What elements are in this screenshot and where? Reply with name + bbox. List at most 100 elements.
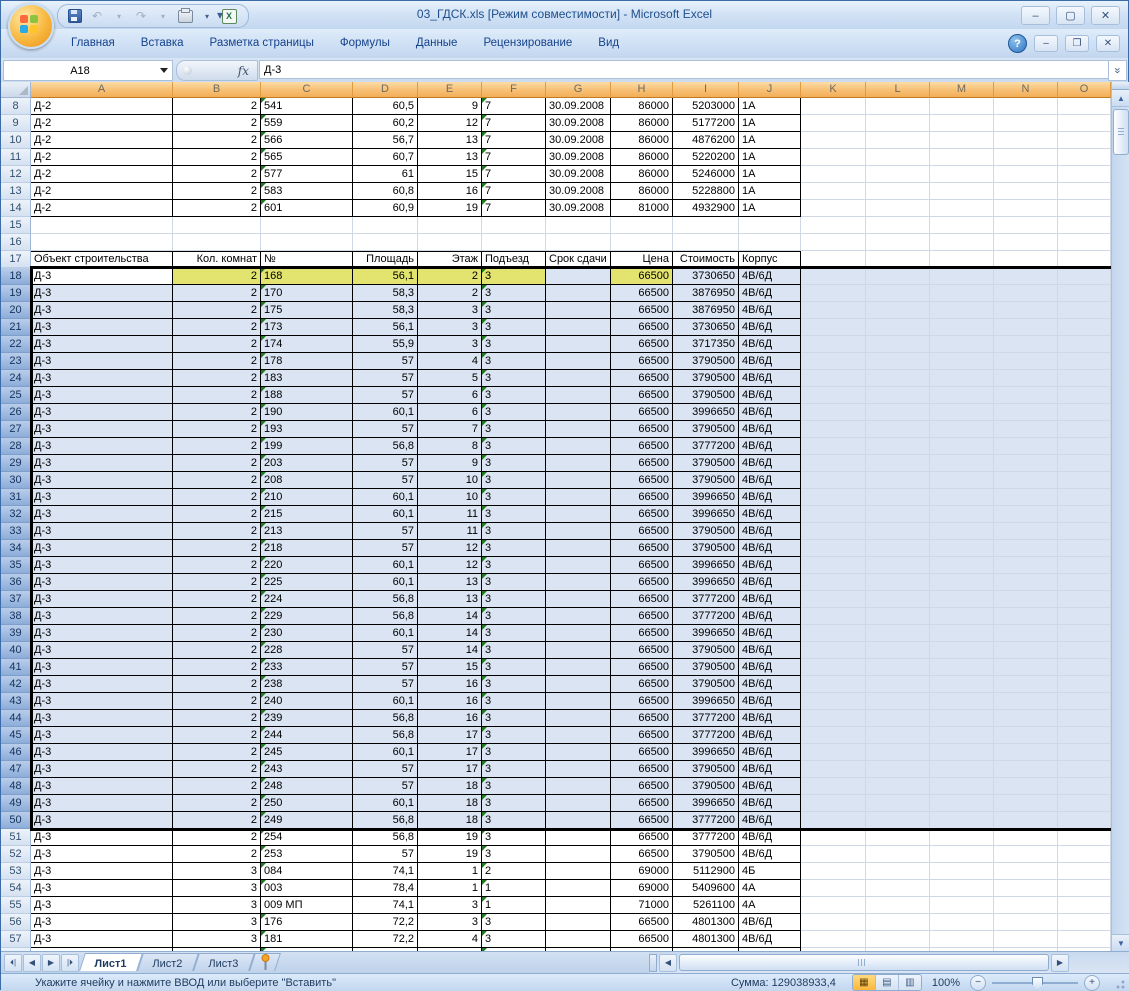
cell-C40[interactable]: 228 <box>261 642 353 659</box>
cell-K54[interactable] <box>801 880 866 897</box>
column-header-H[interactable]: H <box>611 82 673 98</box>
cell-H46[interactable]: 66500 <box>611 744 673 761</box>
cell-G40[interactable] <box>546 642 611 659</box>
scroll-up-button[interactable]: ▲ <box>1112 90 1129 107</box>
cell-E19[interactable]: 2 <box>418 285 482 302</box>
cell-I15[interactable] <box>673 217 739 234</box>
cell-M49[interactable] <box>930 795 994 812</box>
cell-A47[interactable]: Д-3 <box>31 761 173 778</box>
cell-A52[interactable]: Д-3 <box>31 846 173 863</box>
cell-M32[interactable] <box>930 506 994 523</box>
cell-F34[interactable]: 3 <box>482 540 546 557</box>
cell-E14[interactable]: 19 <box>418 200 482 217</box>
cell-L40[interactable] <box>866 642 930 659</box>
cell-K39[interactable] <box>801 625 866 642</box>
cell-N12[interactable] <box>994 166 1058 183</box>
minimize-button[interactable]: – <box>1021 6 1050 25</box>
cell-E53[interactable]: 1 <box>418 863 482 880</box>
cell-D51[interactable]: 56,8 <box>353 829 418 846</box>
cell-A37[interactable]: Д-3 <box>31 591 173 608</box>
cell-K15[interactable] <box>801 217 866 234</box>
maximize-button[interactable]: ▢ <box>1056 6 1085 25</box>
cell-J42[interactable]: 4В/6Д <box>739 676 801 693</box>
cell-G16[interactable] <box>546 234 611 251</box>
cell-C53[interactable]: 084 <box>261 863 353 880</box>
cell-I32[interactable]: 3996650 <box>673 506 739 523</box>
cell-B38[interactable]: 2 <box>173 608 261 625</box>
cell-N24[interactable] <box>994 370 1058 387</box>
cell-A16[interactable] <box>31 234 173 251</box>
cell-J57[interactable]: 4В/6Д <box>739 931 801 948</box>
cell-D35[interactable]: 60,1 <box>353 557 418 574</box>
cell-I29[interactable]: 3790500 <box>673 455 739 472</box>
cell-D22[interactable]: 55,9 <box>353 336 418 353</box>
cell-C27[interactable]: 193 <box>261 421 353 438</box>
cell-D8[interactable]: 60,5 <box>353 98 418 115</box>
cell-L19[interactable] <box>866 285 930 302</box>
cell-E27[interactable]: 7 <box>418 421 482 438</box>
cell-C8[interactable]: 541 <box>261 98 353 115</box>
cell-G52[interactable] <box>546 846 611 863</box>
cell-C50[interactable]: 249 <box>261 812 353 829</box>
cell-D21[interactable]: 56,1 <box>353 319 418 336</box>
cell-I27[interactable]: 3790500 <box>673 421 739 438</box>
cell-F24[interactable]: 3 <box>482 370 546 387</box>
cell-K55[interactable] <box>801 897 866 914</box>
cell-H57[interactable]: 66500 <box>611 931 673 948</box>
cell-I25[interactable]: 3790500 <box>673 387 739 404</box>
cell-A36[interactable]: Д-3 <box>31 574 173 591</box>
cell-J22[interactable]: 4В/6Д <box>739 336 801 353</box>
cell-K26[interactable] <box>801 404 866 421</box>
cell-M53[interactable] <box>930 863 994 880</box>
cell-K43[interactable] <box>801 693 866 710</box>
cell-M43[interactable] <box>930 693 994 710</box>
cell-D40[interactable]: 57 <box>353 642 418 659</box>
cell-D56[interactable]: 72,2 <box>353 914 418 931</box>
cell-K23[interactable] <box>801 353 866 370</box>
cell-I18[interactable]: 3730650 <box>673 268 739 285</box>
cell-J33[interactable]: 4В/6Д <box>739 523 801 540</box>
cell-O46[interactable] <box>1058 744 1111 761</box>
cell-I36[interactable]: 3996650 <box>673 574 739 591</box>
cell-O28[interactable] <box>1058 438 1111 455</box>
cell-F33[interactable]: 3 <box>482 523 546 540</box>
cell-F57[interactable]: 3 <box>482 931 546 948</box>
cell-M9[interactable] <box>930 115 994 132</box>
cell-G44[interactable] <box>546 710 611 727</box>
cell-L57[interactable] <box>866 931 930 948</box>
cell-L35[interactable] <box>866 557 930 574</box>
row-header-52[interactable]: 52 <box>1 846 31 863</box>
cell-D23[interactable]: 57 <box>353 353 418 370</box>
row-header-50[interactable]: 50 <box>1 812 31 829</box>
cell-E13[interactable]: 16 <box>418 183 482 200</box>
cell-A10[interactable]: Д-2 <box>31 132 173 149</box>
cell-A32[interactable]: Д-3 <box>31 506 173 523</box>
cell-A50[interactable]: Д-3 <box>31 812 173 829</box>
cell-N26[interactable] <box>994 404 1058 421</box>
cell-L48[interactable] <box>866 778 930 795</box>
cell-N57[interactable] <box>994 931 1058 948</box>
ribbon-tab-7[interactable]: Вид <box>586 33 631 54</box>
cell-M40[interactable] <box>930 642 994 659</box>
column-header-F[interactable]: F <box>482 82 546 98</box>
cell-H28[interactable]: 66500 <box>611 438 673 455</box>
cell-A9[interactable]: Д-2 <box>31 115 173 132</box>
cell-M46[interactable] <box>930 744 994 761</box>
cell-L33[interactable] <box>866 523 930 540</box>
cell-B39[interactable]: 2 <box>173 625 261 642</box>
cell-G21[interactable] <box>546 319 611 336</box>
next-sheet-button[interactable]: ▶ <box>42 954 60 972</box>
cell-F16[interactable] <box>482 234 546 251</box>
cell-B53[interactable]: 3 <box>173 863 261 880</box>
cell-L50[interactable] <box>866 812 930 829</box>
cell-H17[interactable]: Цена <box>611 251 673 268</box>
cell-J24[interactable]: 4В/6Д <box>739 370 801 387</box>
cell-G15[interactable] <box>546 217 611 234</box>
cell-E18[interactable]: 2 <box>418 268 482 285</box>
cell-A40[interactable]: Д-3 <box>31 642 173 659</box>
cell-G32[interactable] <box>546 506 611 523</box>
cell-J13[interactable]: 1А <box>739 183 801 200</box>
cell-C45[interactable]: 244 <box>261 727 353 744</box>
cell-G19[interactable] <box>546 285 611 302</box>
cell-L34[interactable] <box>866 540 930 557</box>
